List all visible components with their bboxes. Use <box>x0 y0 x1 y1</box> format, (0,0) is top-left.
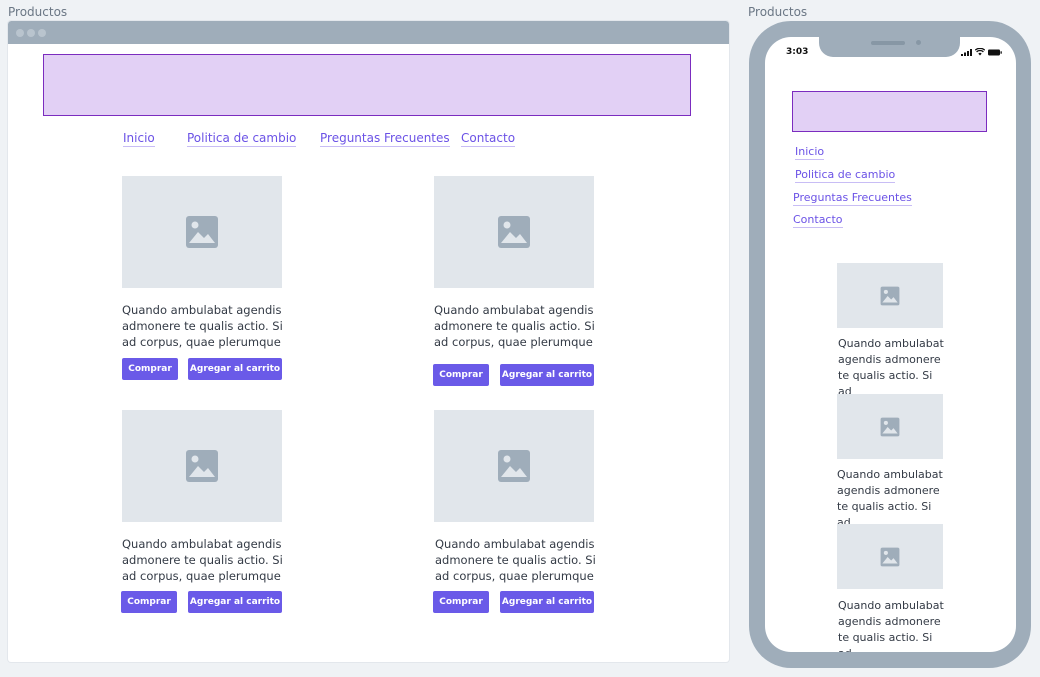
buy-button[interactable]: Comprar <box>121 591 177 613</box>
camera-icon <box>916 40 921 45</box>
add-to-cart-button[interactable]: Agregar al carrito <box>500 364 594 386</box>
image-placeholder-icon <box>498 450 530 482</box>
wifi-icon <box>975 48 985 56</box>
nav-link-preguntas[interactable]: Preguntas Frecuentes <box>320 131 450 147</box>
window-dot-icon <box>38 29 46 37</box>
image-placeholder-icon <box>880 547 900 566</box>
buy-button[interactable]: Comprar <box>433 364 489 386</box>
product-image <box>434 410 594 522</box>
buy-button[interactable]: Comprar <box>122 358 178 380</box>
nav-link-inicio[interactable]: Inicio <box>123 131 155 147</box>
window-dot-icon <box>16 29 24 37</box>
speaker-grill <box>871 41 905 45</box>
nav-link-politica[interactable]: Politica de cambio <box>187 131 297 147</box>
add-to-cart-button[interactable]: Agregar al carrito <box>188 591 282 613</box>
mobile-frame: 3:03 Inicio Politica de cambio Preguntas… <box>749 21 1031 668</box>
battery-icon <box>988 49 1002 55</box>
nav-link-politica[interactable]: Politica de cambio <box>795 168 896 183</box>
product-image <box>837 524 943 589</box>
window-dot-icon <box>27 29 35 37</box>
product-description: Quando ambulabat agendis admonere te qua… <box>838 337 944 398</box>
product-image <box>122 410 282 522</box>
product-description: Quando ambulabat agendis admonere te qua… <box>435 537 596 583</box>
status-bar-icons <box>961 48 1002 56</box>
image-placeholder-icon <box>498 216 530 248</box>
product-image <box>434 176 594 288</box>
nav-link-inicio[interactable]: Inicio <box>795 145 825 160</box>
buy-button[interactable]: Comprar <box>433 591 489 613</box>
header-banner <box>43 54 691 116</box>
image-placeholder-icon <box>880 286 900 305</box>
image-placeholder-icon <box>186 450 218 482</box>
nav-link-preguntas[interactable]: Preguntas Frecuentes <box>793 191 912 206</box>
add-to-cart-button[interactable]: Agregar al carrito <box>188 358 282 380</box>
mobile-header-banner <box>792 91 987 132</box>
product-description: Quando ambulabat agendis admonere te qua… <box>122 303 283 349</box>
desktop-frame-label: Productos <box>8 5 68 19</box>
product-description: Quando ambulabat agendis admonere te qua… <box>838 599 944 652</box>
window-titlebar <box>8 21 729 44</box>
product-description: Quando ambulabat agendis admonere te qua… <box>434 303 595 349</box>
product-image <box>837 263 943 328</box>
phone-notch <box>819 37 960 57</box>
nav-link-contacto[interactable]: Contacto <box>461 131 516 147</box>
product-image <box>837 394 943 459</box>
product-description: Quando ambulabat agendis admonere te qua… <box>837 468 943 529</box>
nav-link-contacto[interactable]: Contacto <box>793 213 843 228</box>
add-to-cart-button[interactable]: Agregar al carrito <box>500 591 594 613</box>
image-placeholder-icon <box>186 216 218 248</box>
product-description: Quando ambulabat agendis admonere te qua… <box>122 537 283 583</box>
signal-icon <box>961 48 972 56</box>
product-image <box>122 176 282 288</box>
mobile-frame-label: Productos <box>748 5 808 19</box>
status-time: 3:03 <box>786 47 809 57</box>
image-placeholder-icon <box>880 417 900 436</box>
desktop-frame: Inicio Politica de cambio Preguntas Frec… <box>8 21 729 662</box>
phone-screen: 3:03 Inicio Politica de cambio Preguntas… <box>765 37 1016 652</box>
